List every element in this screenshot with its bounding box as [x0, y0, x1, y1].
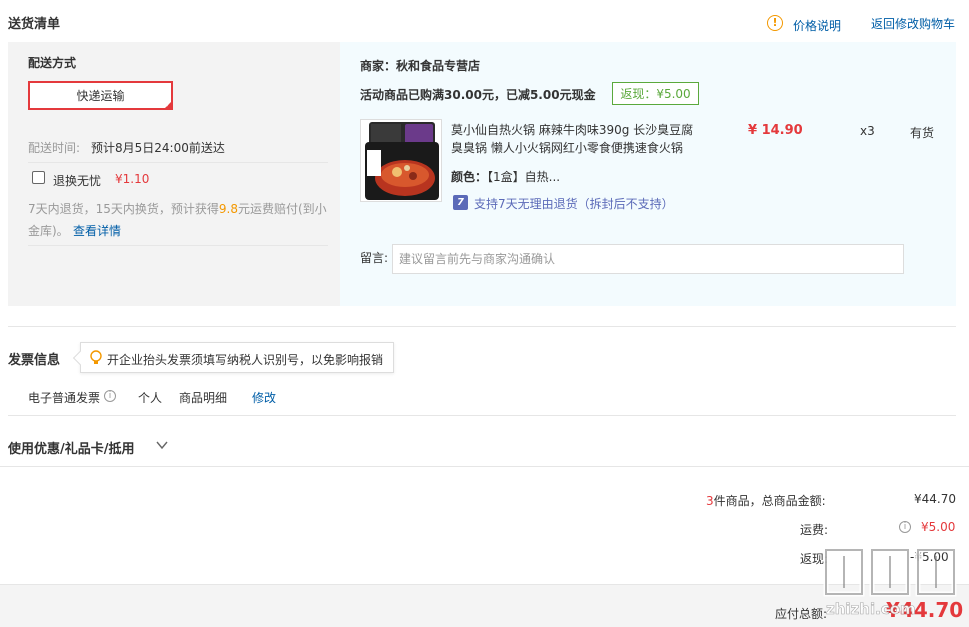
- insurance-desc-part2: 元运费赔付(到小: [238, 202, 327, 216]
- back-to-cart-link[interactable]: 返回修改购物车: [871, 15, 955, 32]
- info-icon[interactable]: i: [104, 390, 116, 402]
- color-label: 颜色：: [451, 170, 488, 184]
- insurance-checkbox[interactable]: [32, 171, 45, 184]
- summary-count-line: 3件商品，总商品金额:: [706, 492, 826, 509]
- stock-status: 有货: [910, 126, 935, 140]
- site-watermark: zhizhi.com: [820, 540, 965, 627]
- insurance-label: 退换无忧: [53, 174, 102, 188]
- insurance-desc-part1: 7天内退货，15天内换货，预计获得: [28, 202, 219, 216]
- invoice-content: 商品明细: [179, 391, 228, 405]
- product-title-line2[interactable]: 臭臭锅 懒人小火锅网红小零食便携速食火锅: [451, 139, 683, 156]
- coupon-toggle[interactable]: 使用优惠/礼品卡/抵用: [8, 438, 168, 457]
- product-image[interactable]: [360, 119, 442, 202]
- invoice-type: 电子普通发票: [28, 391, 101, 405]
- seven-day-return-icon: 7: [453, 195, 468, 210]
- express-delivery-label: 快递运输: [76, 89, 125, 103]
- item-count: 3: [706, 494, 714, 508]
- delivery-time-value: 预计8月5日24:00前送达: [91, 141, 225, 155]
- info-icon[interactable]: i: [899, 521, 911, 533]
- lightbulb-icon: [90, 350, 102, 364]
- chevron-down-icon: [156, 441, 168, 450]
- divider: [0, 466, 969, 467]
- insurance-amount: 9.8: [218, 202, 238, 216]
- insurance-desc-part3: 金库)。: [28, 224, 69, 238]
- merchant-name: 商家：秋和食品专营店: [360, 59, 481, 73]
- insurance-price: ¥1.10: [115, 172, 150, 186]
- divider: [28, 245, 328, 246]
- page-title: 送货清单: [8, 17, 61, 32]
- item-count-suffix: 件商品，总商品金额:: [713, 494, 826, 508]
- price-note-label: 价格说明: [793, 19, 842, 33]
- shipping-value: ¥5.00: [921, 520, 956, 534]
- remark-input[interactable]: [392, 244, 904, 274]
- check-icon: ✓: [165, 101, 171, 109]
- promo-text: 活动商品已购满30.00元，已减5.00元现金: [360, 88, 596, 102]
- express-delivery-button[interactable]: 快递运输 ✓: [28, 81, 173, 110]
- product-price: ¥ 14.90: [748, 123, 803, 138]
- watermark-text: zhizhi.com: [826, 600, 916, 619]
- invoice-tip-popup: 开企业抬头发票须填写纳税人识别号，以免影响报销: [72, 342, 394, 373]
- hotpot-image-icon: [361, 120, 441, 201]
- divider: [8, 326, 956, 327]
- product-quantity: x3: [860, 124, 875, 138]
- view-details-link[interactable]: 查看详情: [73, 222, 121, 239]
- cashback-badge: 返现：¥5.00: [612, 82, 699, 105]
- delivery-method-label: 配送方式: [28, 56, 77, 70]
- divider: [28, 162, 328, 163]
- return-policy: 支持7天无理由退货（拆封后不支持）: [474, 197, 674, 211]
- product-color: 颜色：【1盒】自热...: [451, 168, 560, 185]
- color-value: 【1盒】自热...: [487, 170, 561, 184]
- coupon-label: 使用优惠/礼品卡/抵用: [8, 442, 135, 457]
- invoice-edit-link[interactable]: 修改: [252, 389, 276, 406]
- divider: [8, 415, 956, 416]
- invoice-tip-text: 开企业抬头发票须填写纳税人识别号，以免影响报销: [107, 353, 384, 367]
- product-title-line1[interactable]: 莫小仙自热火锅 麻辣牛肉味390g 长沙臭豆腐: [451, 121, 693, 138]
- delivery-time-label: 配送时间:: [28, 141, 81, 155]
- info-icon: !: [767, 15, 783, 31]
- goods-total: ¥44.70: [914, 492, 956, 506]
- invoice-title: 发票信息: [8, 353, 61, 368]
- invoice-header-type: 个人: [138, 391, 163, 405]
- remark-label: 留言:: [360, 251, 389, 265]
- shipping-label: 运费:: [800, 523, 829, 537]
- tip-arrow: [72, 350, 88, 366]
- insurance-description: 7天内退货，15天内换货，预计获得9.8元运费赔付(到小: [28, 200, 327, 217]
